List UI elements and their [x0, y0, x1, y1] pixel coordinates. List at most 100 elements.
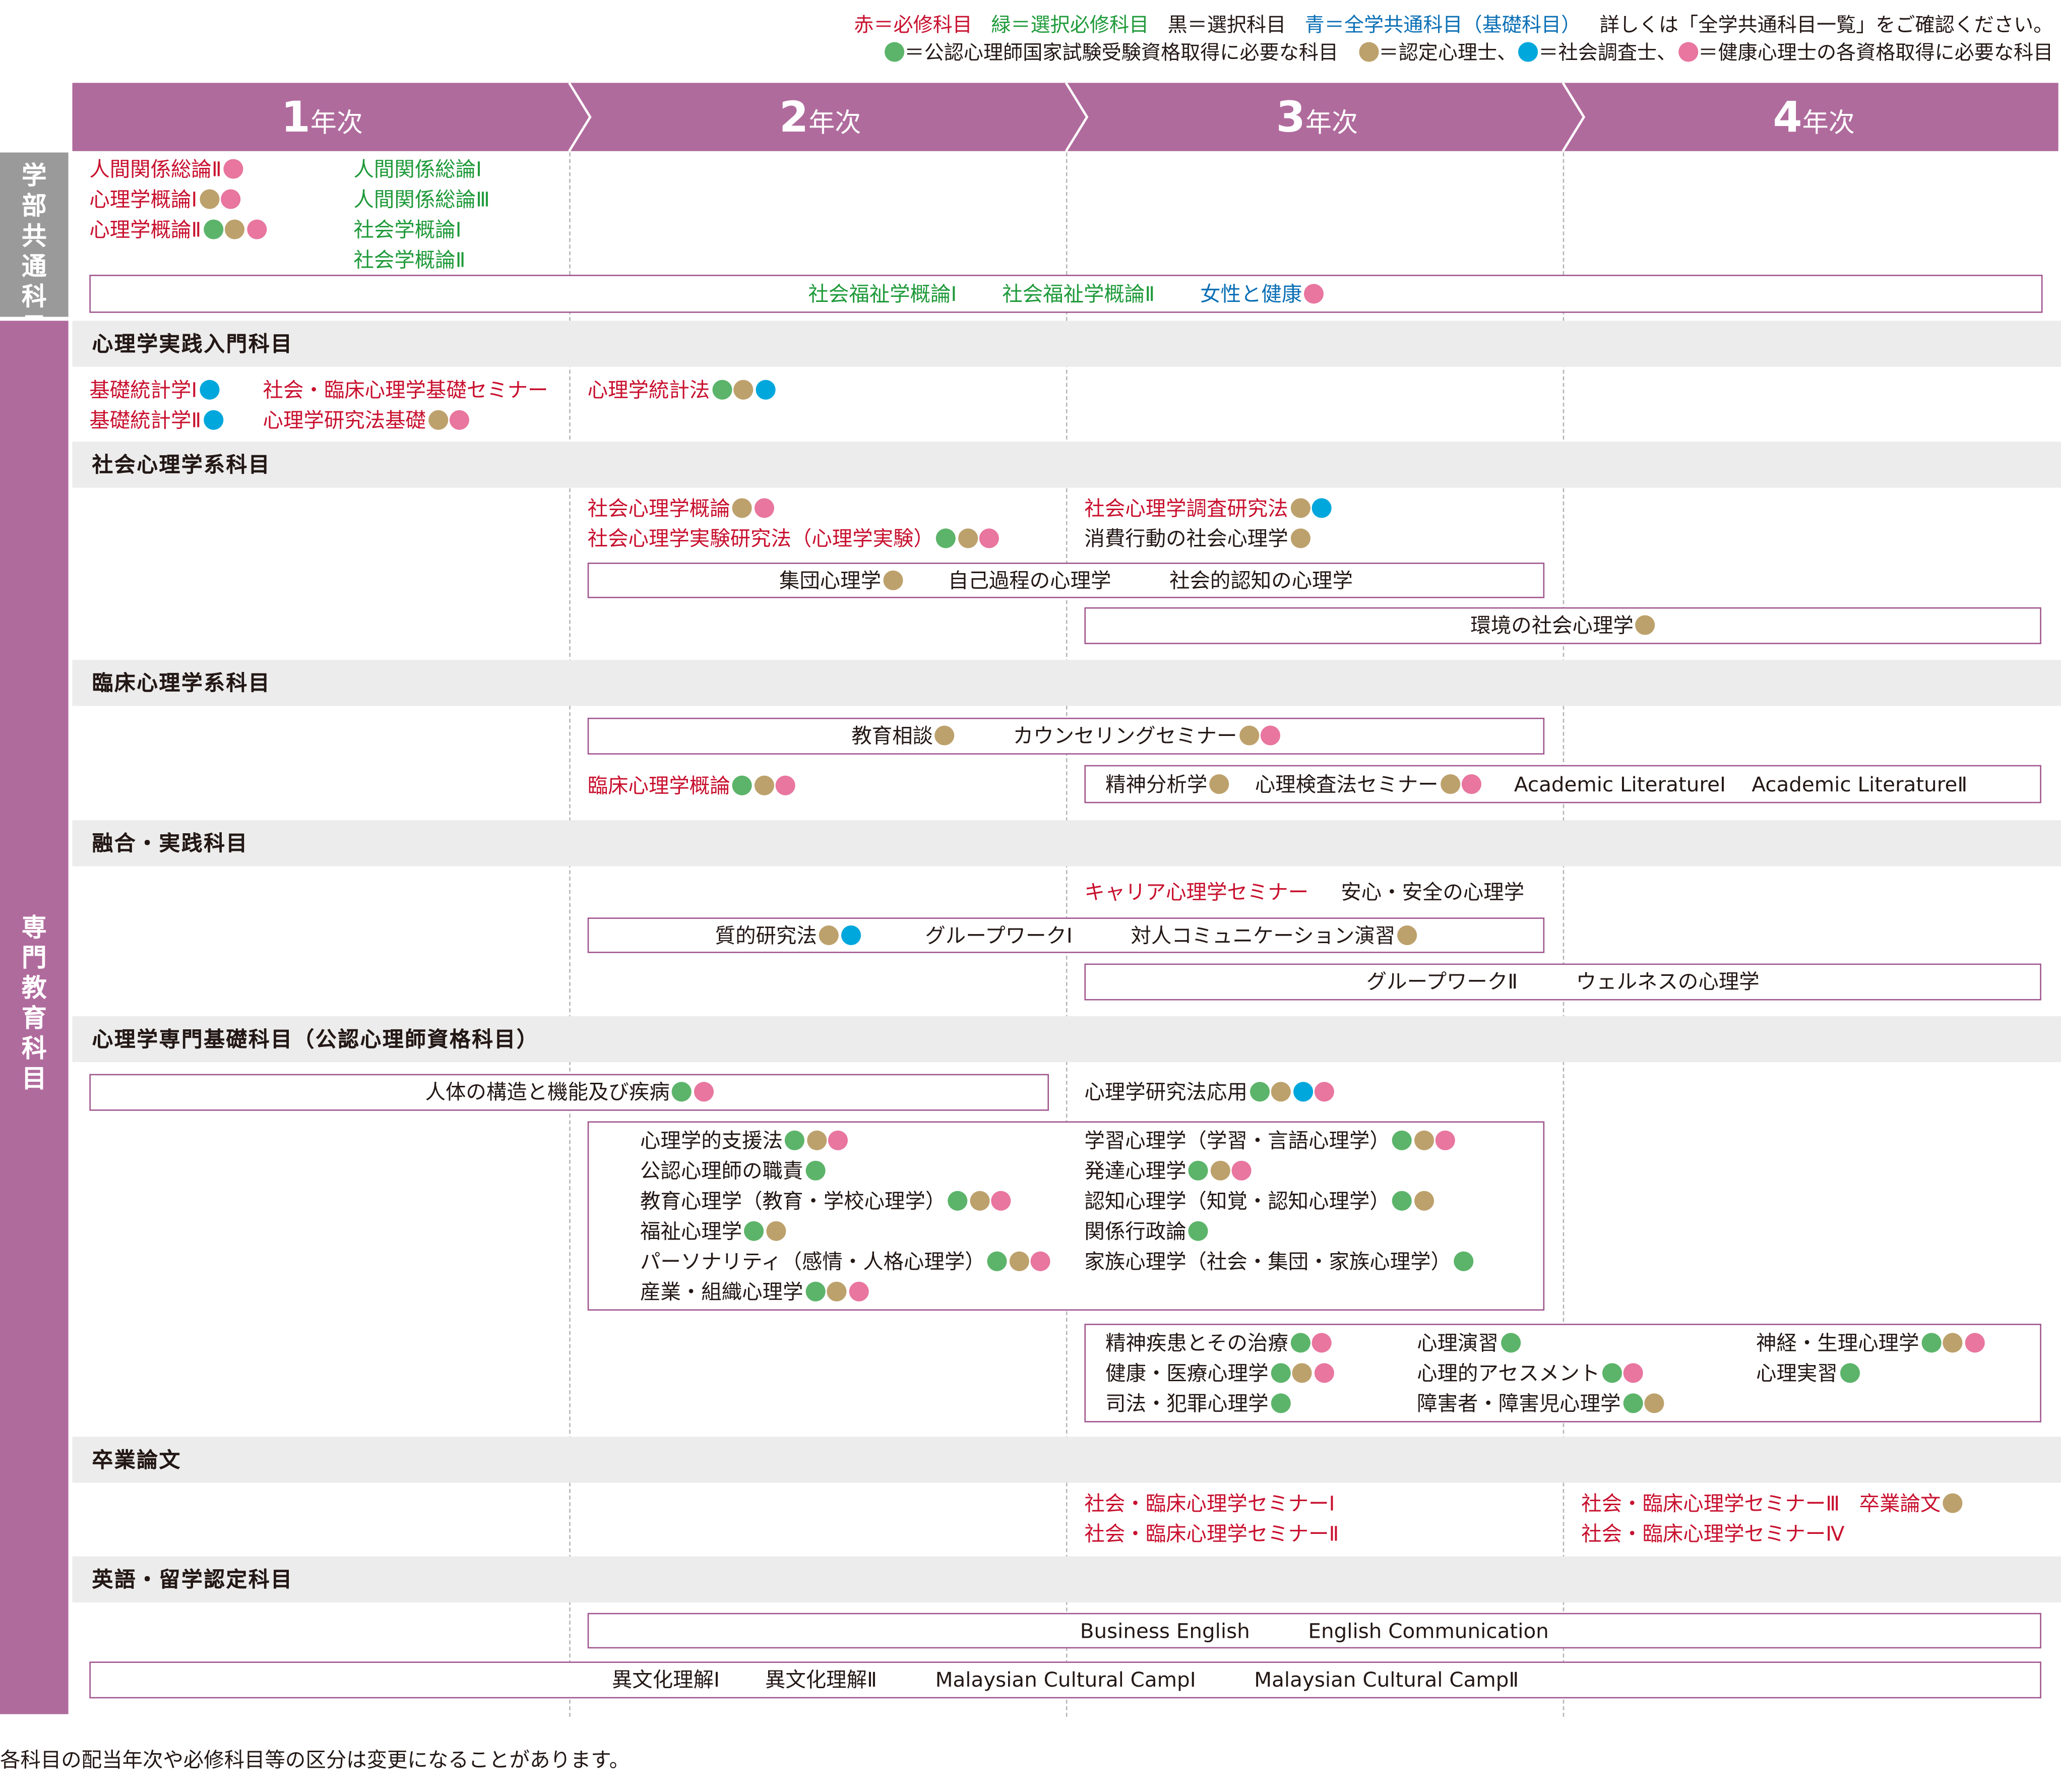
list-item: 社会・臨床心理学基礎セミナー: [263, 379, 548, 402]
year-2-label: 2年次: [779, 92, 861, 142]
list-item: 健康・医療心理学: [1105, 1359, 1334, 1389]
legend-black: 黒＝選択科目: [1167, 13, 1286, 37]
course-box-english-a: Business English English Communication: [587, 1613, 2041, 1649]
course-box-fusion-a: 質的研究法 グループワークⅠ 対人コミュニケーション演習: [587, 917, 1545, 953]
pink-dot-icon: [1678, 42, 1699, 62]
legend-dot-green: ＝公認心理師国家試験受験資格取得に必要な科目: [904, 40, 1339, 65]
course-list-common-required: 人間関係総論Ⅱ 心理学概論Ⅰ 心理学概論Ⅱ: [89, 155, 267, 246]
list-item: 社会・臨床心理学セミナーⅠ: [1084, 1492, 1335, 1516]
list-item: Malaysian Cultural CampⅡ: [1254, 1668, 1519, 1692]
list-item: 心理学概論Ⅰ: [89, 186, 266, 216]
year-3-label: 3年次: [1276, 92, 1358, 142]
list-item: 社会・臨床心理学セミナーⅢ 卒業論文: [1581, 1490, 1963, 1520]
list-item: 社会学概論Ⅱ: [353, 248, 466, 272]
footnote: 各科目の配当年次や必修科目等の区分は変更になることがあります。: [0, 1748, 630, 1772]
list-item: 教育心理学（教育・学校心理学）: [640, 1187, 1050, 1217]
list-item: 心理学研究法応用: [1084, 1078, 1334, 1108]
list-item: 心理検査法セミナー: [1255, 773, 1482, 796]
list-item: 神経・生理心理学: [1756, 1329, 1984, 1359]
course-box-welfare: 社会福祉学概論Ⅰ 社会福祉学概論Ⅱ 女性と健康: [89, 275, 2043, 313]
list-item: Academic LiteratureⅠ: [1514, 773, 1726, 797]
list-item: 心理学研究法基礎: [263, 406, 548, 437]
list-item: 人間関係総論Ⅰ: [353, 157, 482, 181]
list-item: グループワークⅡ: [1366, 970, 1518, 994]
list-item: Academic LiteratureⅡ: [1752, 773, 1968, 797]
list-item: Malaysian Cultural CampⅠ: [935, 1668, 1196, 1692]
list-item: 社会心理学調査研究法: [1084, 495, 1332, 525]
list-item: 心理学統計法: [588, 376, 775, 406]
legend-line-2: ＝公認心理師国家試験受験資格取得に必要な科目 ＝認定心理士、 ＝社会調査士、 ＝健康…: [854, 39, 2053, 67]
list-item: 公認心理師の職責: [640, 1157, 1050, 1187]
side-specialized: 専門教育科目: [0, 321, 69, 1714]
list-item: 異文化理解Ⅱ: [765, 1668, 877, 1692]
green-dot-icon: [885, 42, 905, 62]
list-item: 女性と健康: [1200, 283, 1324, 306]
section-basic: 心理学専門基礎科目（公認心理師資格科目）: [72, 1016, 2061, 1063]
list-item: 障害者・障害児心理学: [1417, 1389, 1664, 1419]
list-item: 心理学概論Ⅱ: [89, 216, 267, 246]
list-item: Business English: [1080, 1619, 1250, 1643]
legend-line-1: 赤＝必修科目 緑＝選択必修科目 黒＝選択科目 青＝全学共通科目（基礎科目） 詳し…: [854, 12, 2053, 39]
year-header: 1年次 2年次 3年次 4年次: [72, 83, 2058, 151]
list-item: 発達心理学: [1084, 1157, 1473, 1187]
course-list-basic-2: 心理学的支援法 公認心理師の職責 教育心理学（教育・学校心理学） 福祉心理学 パ…: [640, 1127, 1050, 1308]
course-box-basic-a: 人体の構造と機能及び疾病: [89, 1074, 1049, 1111]
list-item: 精神疾患とその治療: [1105, 1329, 1333, 1359]
section-social: 社会心理学系科目: [72, 442, 2061, 488]
course-list-basic-c2: 心理演習 心理的アセスメント 障害者・障害児心理学: [1417, 1329, 1664, 1419]
section-fusion: 融合・実践科目: [72, 820, 2061, 867]
list-item: 社会・臨床心理学セミナーⅣ: [1581, 1522, 1845, 1546]
list-item: 心理的アセスメント: [1417, 1359, 1664, 1389]
list-item: 社会学概論Ⅰ: [353, 218, 462, 242]
list-item: 社会心理学概論: [588, 495, 999, 525]
legend-dot-tan: ＝認定心理士、: [1379, 40, 1517, 65]
course-list-intro-2: 社会・臨床心理学基礎セミナー 心理学研究法基礎: [263, 376, 548, 437]
list-item: 心理実習: [1756, 1359, 1984, 1389]
section-thesis: 卒業論文: [72, 1437, 2061, 1483]
list-item: ウェルネスの心理学: [1576, 970, 1760, 994]
cyan-dot-icon: [1519, 42, 1539, 62]
year-1-label: 1年次: [281, 92, 363, 142]
list-item: 異文化理解Ⅰ: [611, 1668, 720, 1692]
course-list-basic-3: 学習心理学（学習・言語心理学） 発達心理学 認知心理学（知覚・認知心理学） 関係…: [1084, 1127, 1473, 1278]
list-item: 自己過程の心理学: [948, 569, 1111, 593]
list-item: 消費行動の社会心理学: [1084, 525, 1331, 555]
course-list-fusion-3: キャリア心理学セミナー 安心・安全の心理学: [1084, 878, 1524, 908]
list-item: 心理演習: [1417, 1329, 1664, 1359]
list-item: 臨床心理学概論: [588, 772, 795, 802]
course-list-basic-c1: 精神疾患とその治療 健康・医療心理学 司法・犯罪心理学: [1105, 1329, 1334, 1419]
list-item: 関係行政論: [1084, 1217, 1473, 1248]
list-item: 精神分析学: [1105, 773, 1229, 796]
list-item: パーソナリティ（感情・人格心理学）: [640, 1248, 1050, 1278]
section-clinical: 臨床心理学系科目: [72, 660, 2061, 706]
list-item: 社会福祉学概論Ⅱ: [1002, 282, 1155, 306]
list-item: キャリア心理学セミナー: [1084, 881, 1309, 905]
course-list-thesis-3: 社会・臨床心理学セミナーⅠ 社会・臨床心理学セミナーⅡ: [1084, 1490, 1339, 1550]
course-box-social-b: 環境の社会心理学: [1084, 607, 2041, 644]
list-item: 福祉心理学: [640, 1217, 1050, 1248]
course-box-english-b: 異文化理解Ⅰ 異文化理解Ⅱ Malaysian Cultural CampⅠ M…: [89, 1661, 2041, 1699]
course-list-basic-c3: 神経・生理心理学 心理実習: [1756, 1329, 1984, 1389]
list-item: 産業・組織心理学: [640, 1278, 1050, 1308]
legend-dot-cyan: ＝社会調査士、: [1538, 40, 1677, 65]
section-intro: 心理学実践入門科目: [72, 321, 2061, 367]
course-list-thesis-4: 社会・臨床心理学セミナーⅢ 卒業論文 社会・臨床心理学セミナーⅣ: [1581, 1490, 1963, 1550]
list-item: 質的研究法: [715, 924, 860, 948]
course-box-fusion-b: グループワークⅡ ウェルネスの心理学: [1084, 963, 2041, 1001]
list-item: 基礎統計学Ⅱ: [89, 406, 223, 437]
list-item: 基礎統計学Ⅰ: [89, 376, 223, 406]
list-item: 学習心理学（学習・言語心理学）: [1084, 1127, 1473, 1157]
list-item: 教育相談: [851, 724, 955, 748]
list-item: 安心・安全の心理学: [1341, 881, 1525, 905]
list-item: 司法・犯罪心理学: [1105, 1389, 1333, 1419]
side-common: 学部共通科目: [0, 152, 69, 342]
list-item: 対人コミュニケーション演習: [1131, 924, 1417, 948]
legend-green: 緑＝選択必修科目: [991, 13, 1149, 37]
course-list-social-3: 社会心理学調査研究法 消費行動の社会心理学: [1084, 495, 1332, 555]
list-item: 社会・臨床心理学セミナーⅡ: [1084, 1522, 1339, 1546]
list-item: カウンセリングセミナー: [1013, 724, 1281, 748]
list-item: 人間関係総論Ⅱ: [89, 155, 266, 186]
list-item: 心理学的支援法: [640, 1127, 1050, 1157]
legend-blue: 青＝全学共通科目（基礎科目）: [1304, 13, 1581, 37]
course-list-intro-1: 基礎統計学Ⅰ 基礎統計学Ⅱ: [89, 376, 223, 437]
